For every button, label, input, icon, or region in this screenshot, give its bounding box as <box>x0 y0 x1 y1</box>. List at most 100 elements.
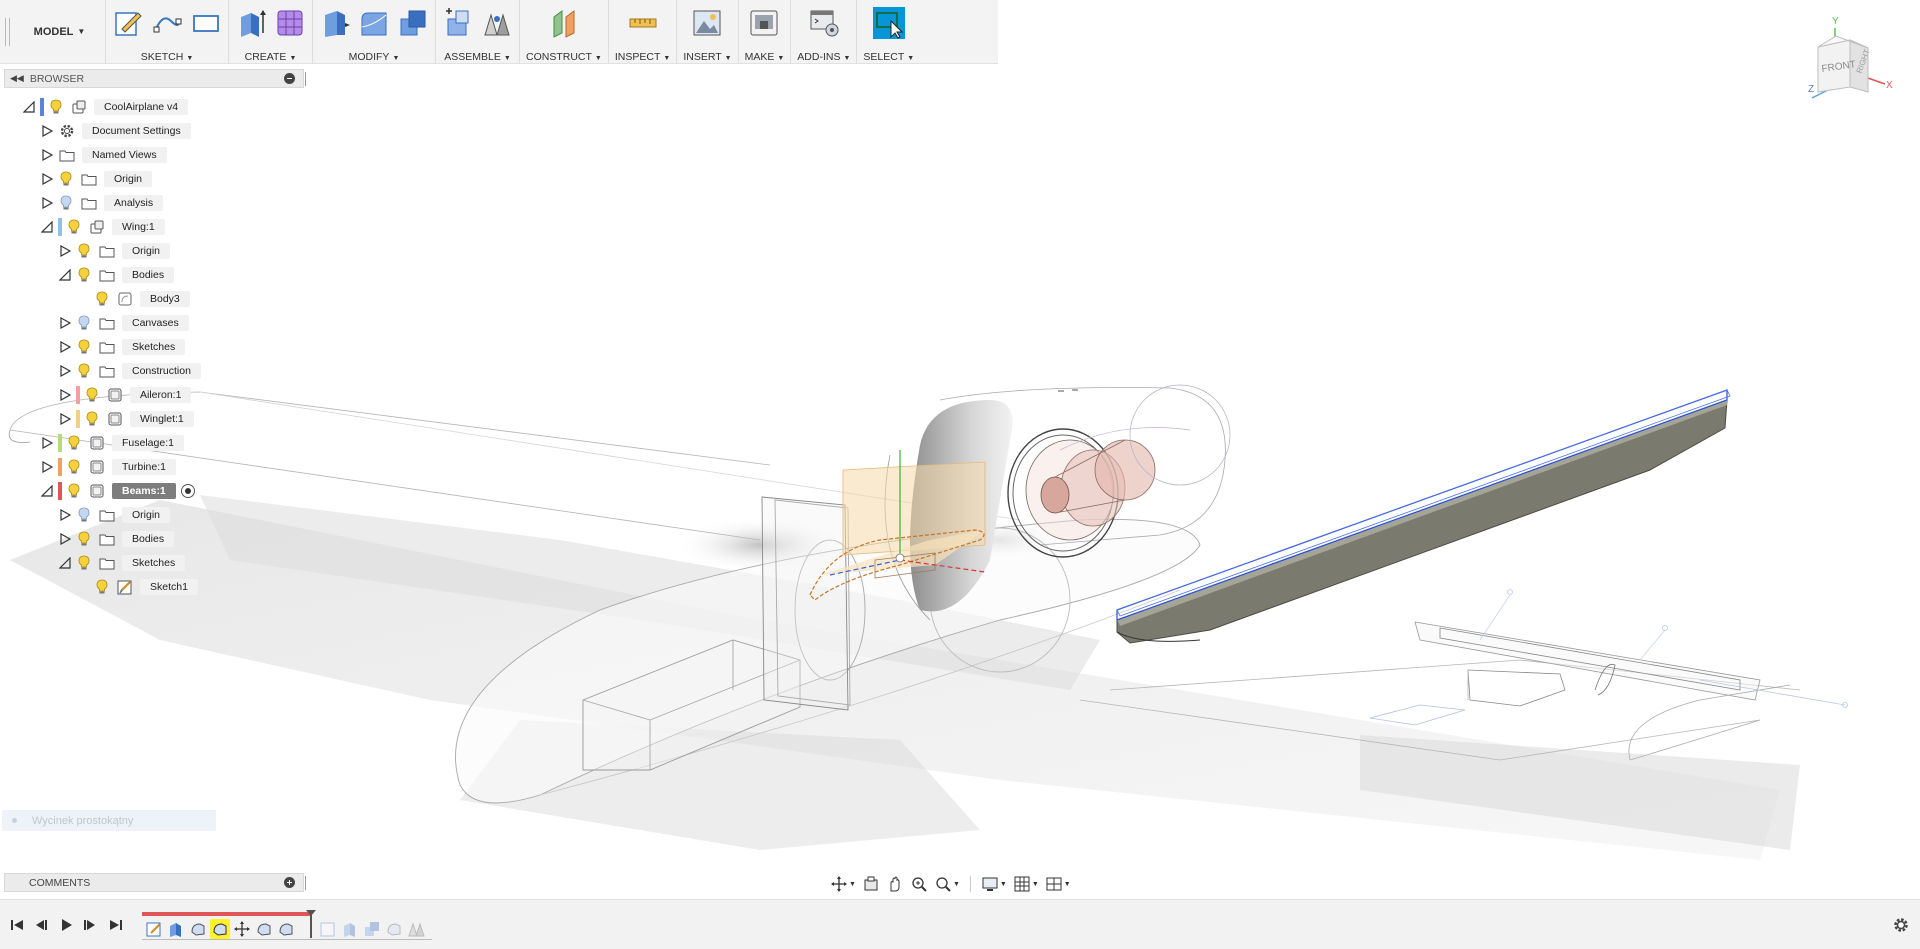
model-viewport[interactable] <box>0 0 1920 949</box>
add-ins-group[interactable]: ADD-INS ▼ <box>791 0 858 63</box>
add-comment-icon[interactable] <box>284 877 295 888</box>
tree-item[interactable]: Sketches <box>58 553 186 573</box>
insert-canvas-icon[interactable] <box>691 7 723 39</box>
tree-item[interactable]: Beams:1 <box>40 481 195 501</box>
extrude-icon[interactable] <box>235 7 267 39</box>
inspect-group[interactable]: INSPECT ▼ <box>609 0 678 63</box>
expand-triangle-icon[interactable] <box>58 532 72 546</box>
offset-plane-icon[interactable] <box>548 7 580 39</box>
collapse-triangle-icon[interactable] <box>40 484 54 498</box>
visibility-bulb-icon[interactable] <box>48 99 64 115</box>
new-component-icon[interactable] <box>442 7 474 39</box>
collapse-triangle-icon[interactable] <box>58 556 72 570</box>
tree-item[interactable]: Body3 <box>76 289 190 309</box>
tree-item-label[interactable]: Origin <box>122 243 171 259</box>
tree-item-label[interactable]: Origin <box>122 507 171 523</box>
go-to-start-button[interactable] <box>8 916 26 934</box>
visibility-bulb-icon[interactable] <box>58 171 74 187</box>
tree-item[interactable]: Bodies <box>58 529 175 549</box>
visibility-bulb-icon[interactable] <box>58 195 74 211</box>
pan-button[interactable] <box>886 874 904 894</box>
visibility-bulb-icon[interactable] <box>76 363 92 379</box>
expand-triangle-icon[interactable] <box>40 460 54 474</box>
tree-item[interactable]: Origin <box>58 241 171 261</box>
timeline-feature-suppressed[interactable] <box>318 919 338 939</box>
collapse-browser-icon[interactable]: ◀◀ <box>10 73 24 84</box>
fillet-icon[interactable] <box>358 7 390 39</box>
visibility-bulb-icon[interactable] <box>84 411 100 427</box>
visibility-bulb-icon[interactable] <box>94 579 110 595</box>
tree-item-label[interactable]: Aileron:1 <box>130 387 192 403</box>
timeline-feature-extrude[interactable] <box>166 919 186 939</box>
panel-resize-handle[interactable] <box>305 72 307 86</box>
tree-item-label[interactable]: Bodies <box>122 531 175 547</box>
timeline-feature-suppressed[interactable] <box>362 919 382 939</box>
timeline-feature-move[interactable] <box>232 919 252 939</box>
activate-component-radio[interactable] <box>180 484 195 498</box>
tree-item-label[interactable]: Analysis <box>104 195 164 211</box>
create-sketch-icon[interactable] <box>112 7 144 39</box>
visibility-bulb-icon[interactable] <box>76 315 92 331</box>
expand-triangle-icon[interactable] <box>58 412 72 426</box>
timeline-feature-highlighted[interactable] <box>210 919 230 939</box>
timeline-feature-suppressed[interactable] <box>406 919 426 939</box>
tree-item-label[interactable]: Sketches <box>122 555 186 571</box>
form-icon[interactable] <box>274 7 306 39</box>
tree-item-label[interactable]: Named Views <box>82 147 167 163</box>
visibility-bulb-icon[interactable] <box>66 435 82 451</box>
tree-item[interactable]: Wing:1 <box>40 217 165 237</box>
timeline-feature-suppressed[interactable] <box>340 919 360 939</box>
tree-item-label[interactable]: Winglet:1 <box>130 411 194 427</box>
rectangle-sketch-icon[interactable] <box>190 7 222 39</box>
timeline-feature-body[interactable] <box>254 919 274 939</box>
timeline-feature-body[interactable] <box>188 919 208 939</box>
line-sketch-icon[interactable] <box>151 7 183 39</box>
expand-triangle-icon[interactable] <box>58 508 72 522</box>
wing-beam[interactable] <box>1116 389 1731 644</box>
tree-item-label[interactable]: Fuselage:1 <box>112 435 184 451</box>
tree-item-label[interactable]: Origin <box>104 171 153 187</box>
tree-item-label[interactable]: Document Settings <box>82 123 191 139</box>
view-cube[interactable]: Z X Y FRONT RIGHT <box>1800 12 1900 112</box>
tree-item[interactable]: Origin <box>58 505 171 525</box>
tree-item-label[interactable]: Sketch1 <box>140 579 198 595</box>
visibility-bulb-icon[interactable] <box>76 555 92 571</box>
next-step-button[interactable] <box>81 916 99 934</box>
create-group[interactable]: CREATE ▼ <box>229 0 313 63</box>
collapse-triangle-icon[interactable] <box>22 100 36 114</box>
panel-resize-handle[interactable] <box>305 876 307 890</box>
visibility-bulb-icon[interactable] <box>66 483 82 499</box>
expand-triangle-icon[interactable] <box>40 172 54 186</box>
make-group[interactable]: MAKE ▼ <box>739 0 792 63</box>
tree-item-label[interactable]: CoolAirplane v4 <box>94 99 189 115</box>
timeline-marker[interactable] <box>306 910 316 938</box>
play-button[interactable] <box>57 916 75 934</box>
visibility-bulb-icon[interactable] <box>76 267 92 283</box>
visibility-bulb-icon[interactable] <box>66 459 82 475</box>
tree-item-label[interactable]: Body3 <box>140 291 190 307</box>
tree-item[interactable]: Bodies <box>58 265 175 285</box>
visibility-bulb-icon[interactable] <box>66 219 82 235</box>
expand-triangle-icon[interactable] <box>58 364 72 378</box>
tree-item[interactable]: Sketches <box>58 337 186 357</box>
visibility-bulb-icon[interactable] <box>76 531 92 547</box>
visibility-bulb-icon[interactable] <box>76 507 92 523</box>
3d-print-icon[interactable] <box>748 7 780 39</box>
tree-item-label[interactable]: Bodies <box>122 267 175 283</box>
scripts-addins-icon[interactable] <box>808 7 840 39</box>
expand-triangle-icon[interactable] <box>40 196 54 210</box>
tree-item-label[interactable]: Canvases <box>122 315 189 331</box>
joint-icon[interactable] <box>481 7 513 39</box>
collapse-triangle-icon[interactable] <box>58 268 72 282</box>
timeline-feature-suppressed[interactable] <box>384 919 404 939</box>
grid-snaps-button[interactable]: ▼ <box>1013 874 1039 894</box>
visibility-bulb-icon[interactable] <box>94 291 110 307</box>
insert-group[interactable]: INSERT ▼ <box>677 0 739 63</box>
measure-icon[interactable] <box>627 7 659 39</box>
expand-triangle-icon[interactable] <box>40 436 54 450</box>
select-group[interactable]: SELECT ▼ <box>857 0 920 63</box>
expand-triangle-icon[interactable] <box>58 316 72 330</box>
construct-group[interactable]: CONSTRUCT ▼ <box>520 0 609 63</box>
timeline-feature-body[interactable] <box>276 919 296 939</box>
tree-item[interactable]: Named Views <box>40 145 167 165</box>
